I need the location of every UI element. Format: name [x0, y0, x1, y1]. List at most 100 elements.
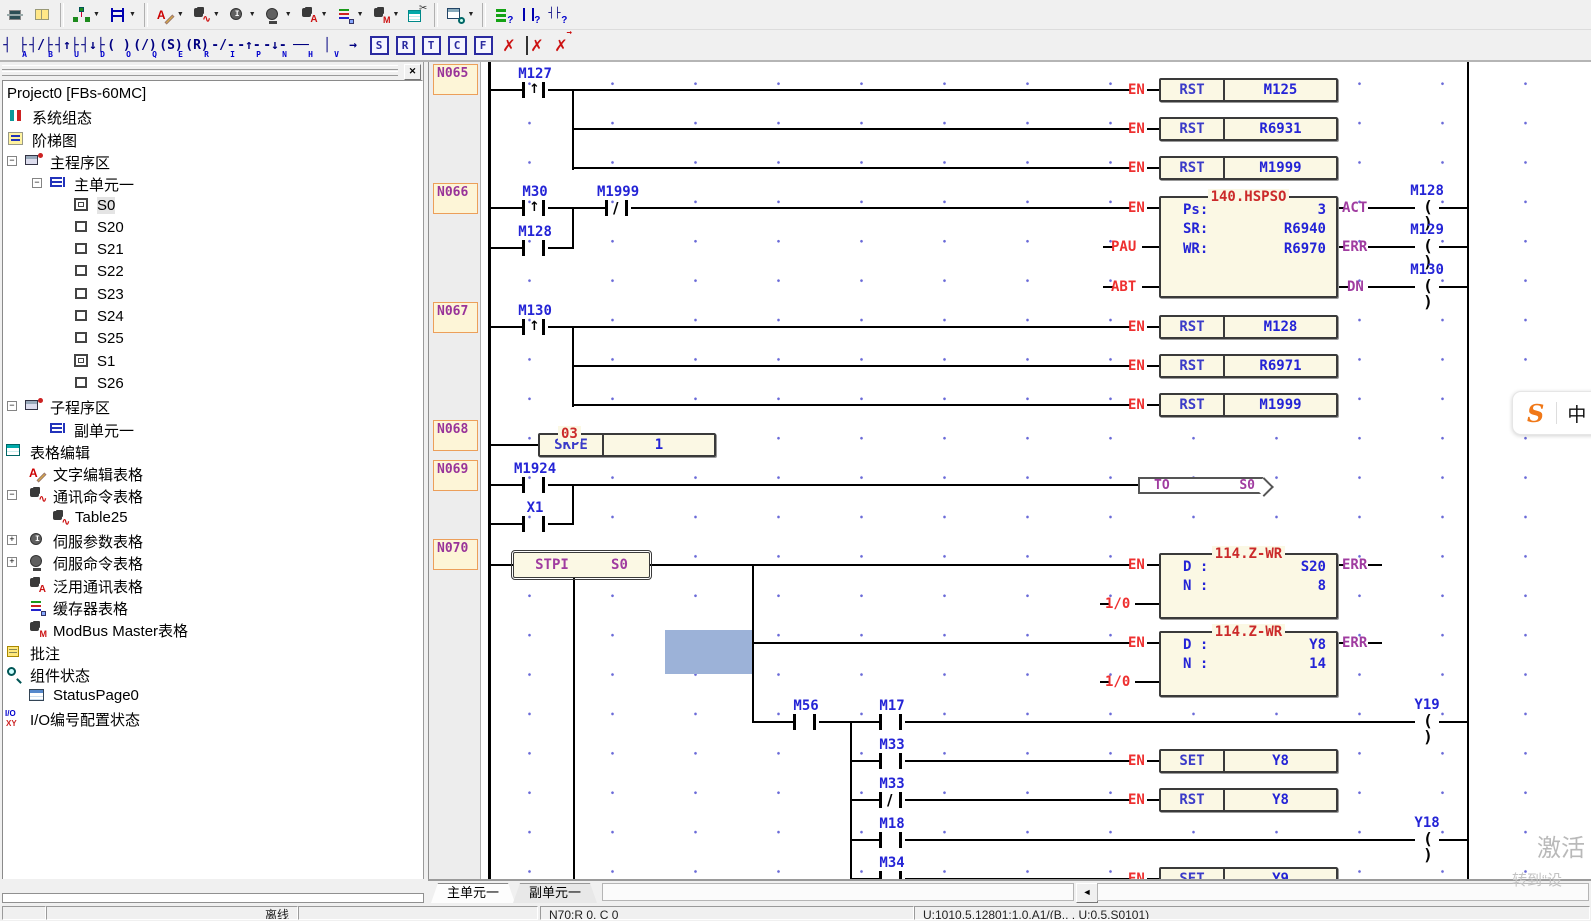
contact-rising-M127[interactable]: [522, 82, 548, 98]
tree-item--[interactable]: −子程序区: [3, 395, 422, 417]
ladder-tool-button-V[interactable]: │V: [315, 32, 339, 58]
toolbar-button-chip[interactable]: [3, 0, 28, 30]
ladder-tool-button-E[interactable]: (S)E: [159, 32, 183, 58]
ladder-tool-button-O[interactable]: ( )O: [107, 32, 131, 58]
hscrollbar-track[interactable]: [1097, 883, 1589, 901]
contact-rising-M130[interactable]: [522, 319, 548, 335]
ladder-tool-button-B[interactable]: ┤/├B: [29, 32, 53, 58]
ladder-tool-button-N[interactable]: -↓-N: [263, 32, 287, 58]
coil-M130[interactable]: ( ): [1415, 278, 1441, 296]
toolbar-button-ladderQ[interactable]: [518, 0, 543, 30]
param-value[interactable]: 3: [1318, 202, 1326, 218]
tree-item-label[interactable]: Project0 [FBs-60MC]: [7, 85, 146, 102]
chevron-down-icon[interactable]: ▼: [249, 11, 256, 18]
tree-item-Project0-FBs-60MC-[interactable]: Project0 [FBs-60MC]: [3, 83, 422, 105]
toolbar-button-buffer[interactable]: ▼: [333, 0, 367, 30]
tree-item-label[interactable]: 主程序区: [50, 152, 110, 173]
function-block-114.Z-WR[interactable]: 114.Z-WRD :S20N :8: [1159, 553, 1338, 619]
contact-no-M1924[interactable]: [522, 477, 548, 493]
contact-no-X1[interactable]: [522, 516, 548, 532]
ladder-tool-button[interactable]: T: [419, 32, 443, 58]
toolbar-button-editA[interactable]: ▼: [153, 0, 187, 30]
instr-block-SET-Y9[interactable]: SETY9: [1159, 867, 1338, 879]
tree-item-label[interactable]: S22: [97, 263, 124, 280]
param-value[interactable]: 14: [1309, 656, 1326, 672]
contact-nc-M1999[interactable]: [605, 200, 631, 216]
toolbar-button-glist[interactable]: [491, 0, 516, 30]
tree-item--[interactable]: +伺服命令表格: [3, 551, 422, 573]
tree-item--[interactable]: −主程序区: [3, 150, 422, 172]
panel-grab-ridge[interactable]: [2, 71, 398, 76]
tree-item-S20[interactable]: S20: [3, 217, 422, 239]
ladder-tool-button-U[interactable]: ┤↑├U: [55, 32, 79, 58]
tree-item-label[interactable]: StatusPage0: [53, 687, 139, 704]
ladder-tool-button[interactable]: S: [367, 32, 391, 58]
toolbar-button-plugA[interactable]: ▼: [297, 0, 331, 30]
chevron-down-icon[interactable]: ▼: [357, 11, 364, 18]
tree-item--[interactable]: 阶梯图: [3, 128, 422, 150]
ladder-tool-button-D[interactable]: ┤↓├D: [81, 32, 105, 58]
ladder-tool-button-P[interactable]: -↑-P: [237, 32, 261, 58]
tree-item-S21[interactable]: S21: [3, 239, 422, 261]
tree-item-label[interactable]: 系统组态: [32, 107, 92, 128]
tree-item-label[interactable]: S20: [97, 219, 124, 236]
hscrollbar-track[interactable]: [602, 883, 1074, 901]
tree-hscroll-track[interactable]: [2, 893, 424, 903]
instr-block-SET-Y8[interactable]: SETY8: [1159, 749, 1338, 773]
coil-M128[interactable]: ( ): [1415, 199, 1441, 217]
tree-item-label[interactable]: 通讯命令表格: [53, 486, 143, 507]
toolbar-button-findwin[interactable]: ▼: [443, 0, 477, 30]
ladder-tool-button[interactable]: →: [341, 32, 365, 58]
tree-item-label[interactable]: S0: [97, 197, 115, 214]
tree-item-label[interactable]: S21: [97, 241, 124, 258]
expand-icon[interactable]: +: [7, 535, 17, 545]
contact-no-M18[interactable]: [879, 832, 905, 848]
tree-item--[interactable]: −主单元一: [3, 172, 422, 194]
contact-no-M17[interactable]: [879, 714, 905, 730]
tree-item--[interactable]: 批注: [3, 641, 422, 663]
tree-item-label[interactable]: 伺服参数表格: [53, 531, 143, 552]
tree-item-S26[interactable]: S26: [3, 373, 422, 395]
ladder-editor-canvas[interactable]: N065N066N067N068N069N070 M127M30M1999M12…: [428, 62, 1591, 879]
tree-item-label[interactable]: 组件状态: [30, 665, 90, 686]
ladder-tool-button-Q[interactable]: (/)Q: [133, 32, 157, 58]
toolbar-button-plugW[interactable]: ▼: [189, 0, 223, 30]
tree-item-Table25[interactable]: Table25: [3, 507, 422, 529]
tab-主单元一[interactable]: 主单元一: [431, 883, 515, 903]
toolbar-button-book[interactable]: [30, 0, 55, 30]
tree-item--[interactable]: 表格编辑: [3, 440, 422, 462]
tree-item-label[interactable]: S23: [97, 286, 124, 303]
tree-item-S24[interactable]: S24: [3, 306, 422, 328]
coil-Y19[interactable]: ( ): [1415, 713, 1441, 731]
tree-item-StatusPage0[interactable]: StatusPage0: [3, 685, 422, 707]
tree-item-label[interactable]: S25: [97, 330, 124, 347]
tree-item--[interactable]: 副单元一: [3, 418, 422, 440]
param-value[interactable]: S20: [1301, 559, 1326, 575]
ladder-tool-button[interactable]: ✗: [523, 32, 547, 58]
hscroll-left-arrow-icon[interactable]: ◄: [1076, 883, 1098, 903]
tree-item-label[interactable]: Table25: [75, 509, 128, 526]
tree-item-label[interactable]: 伺服命令表格: [53, 553, 143, 574]
tree-item-S23[interactable]: S23: [3, 284, 422, 306]
tree-item-label[interactable]: 缓存器表格: [53, 598, 128, 619]
toolbar-button-servoX[interactable]: ▼: [225, 0, 259, 30]
panel-grab-ridge[interactable]: [2, 65, 398, 70]
contact-no-M56[interactable]: [793, 714, 819, 730]
ladder-tool-button[interactable]: C: [445, 32, 469, 58]
chevron-down-icon[interactable]: ▼: [285, 11, 292, 18]
instr-block-SKPE-1[interactable]: 03SKPE1: [538, 433, 716, 457]
tree-item-label[interactable]: 泛用通讯表格: [53, 576, 143, 597]
tree-item-label[interactable]: 批注: [30, 643, 60, 664]
tree-item--[interactable]: 缓存器表格: [3, 596, 422, 618]
param-value[interactable]: 8: [1318, 578, 1326, 594]
tree-item-label[interactable]: S1: [97, 353, 115, 370]
param-value[interactable]: R6970: [1284, 241, 1326, 257]
tree-item-S0[interactable]: S0: [3, 195, 422, 217]
coil-M129[interactable]: ( ): [1415, 238, 1441, 256]
contact-no-M34[interactable]: [879, 871, 905, 879]
instr-block-RST-R6931[interactable]: RSTR6931: [1159, 117, 1338, 141]
tab-副单元一[interactable]: 副单元一: [513, 883, 597, 903]
tree-item-S25[interactable]: S25: [3, 328, 422, 350]
contact-no-M33[interactable]: [879, 753, 905, 769]
tree-item-label[interactable]: 文字编辑表格: [53, 464, 143, 485]
